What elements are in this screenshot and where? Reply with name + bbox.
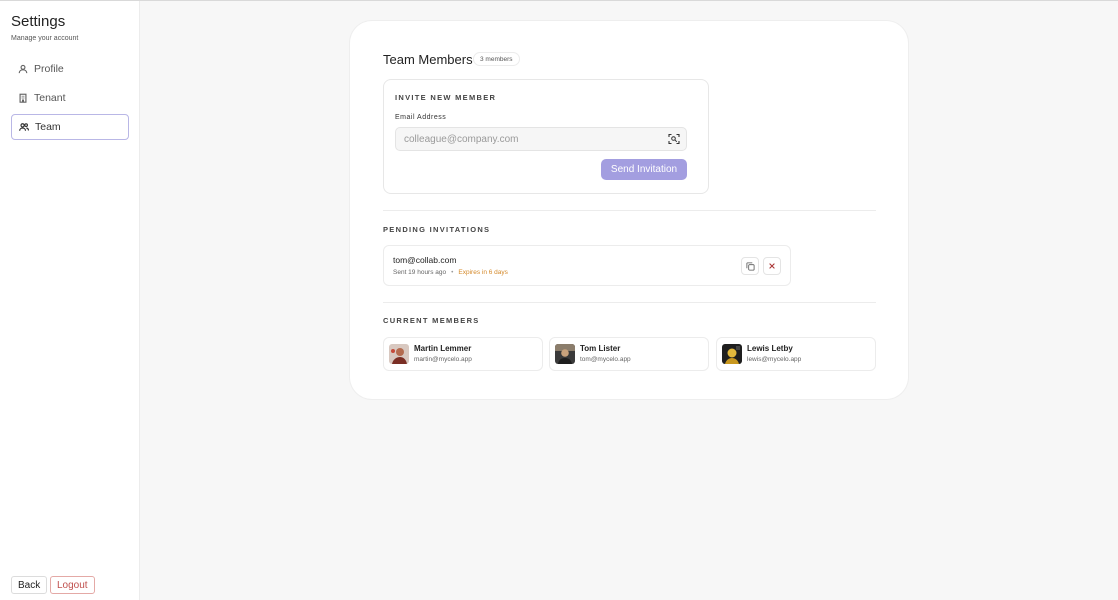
logout-button[interactable]: Logout [50, 576, 95, 594]
member-name: Lewis Letby [747, 344, 793, 353]
email-field[interactable] [395, 127, 687, 151]
expiry-text: Expires in 6 days [458, 269, 508, 276]
member-email: lewis@mycelo.app [747, 356, 802, 363]
divider [383, 302, 876, 303]
member-card[interactable]: Lewis Letby lewis@mycelo.app [716, 337, 876, 371]
pending-meta: Sent 19 hours ago • Expires in 6 days [393, 269, 508, 276]
revoke-invite-button[interactable] [763, 257, 781, 275]
sidebar-item-tenant[interactable]: Tenant [11, 85, 129, 111]
sidebar-item-label: Tenant [34, 92, 66, 104]
current-section-label: CURRENT MEMBERS [383, 316, 480, 325]
building-icon [19, 93, 27, 103]
member-card[interactable]: Martin Lemmer martin@mycelo.app [383, 337, 543, 371]
sent-time: Sent 19 hours ago [393, 269, 447, 276]
sidebar-item-label: Team [35, 121, 61, 133]
users-icon [19, 123, 29, 131]
sidebar: Settings Manage your account Profile Ten… [0, 1, 140, 600]
member-email: martin@mycelo.app [414, 356, 472, 363]
divider [383, 210, 876, 211]
send-invitation-button[interactable]: Send Invitation [601, 159, 687, 180]
scan-icon[interactable] [668, 133, 680, 145]
separator-dot: • [451, 269, 454, 276]
sidebar-item-profile[interactable]: Profile [11, 56, 129, 82]
close-icon [769, 263, 775, 269]
member-email: tom@mycelo.app [580, 356, 631, 363]
user-icon [18, 64, 28, 74]
settings-title: Settings [11, 13, 66, 30]
back-button[interactable]: Back [11, 576, 48, 594]
email-field-label: Email Address [395, 114, 447, 121]
invite-section-label: INVITE NEW MEMBER [395, 93, 497, 102]
pending-email: tom@collab.com [393, 255, 457, 265]
copy-icon [745, 261, 755, 271]
avatar [555, 344, 575, 364]
sidebar-item-label: Profile [34, 63, 64, 75]
sidebar-item-team[interactable]: Team [11, 114, 129, 140]
member-name: Martin Lemmer [414, 344, 472, 353]
pending-invitation-row: tom@collab.com Sent 19 hours ago • Expir… [383, 245, 791, 286]
member-name: Tom Lister [580, 344, 621, 353]
invite-panel: INVITE NEW MEMBER Email Address Send Inv… [383, 79, 709, 194]
member-card[interactable]: Tom Lister tom@mycelo.app [549, 337, 709, 371]
team-card: Team Members 3 members INVITE NEW MEMBER… [350, 21, 908, 399]
avatar [722, 344, 742, 364]
page-title: Team Members [383, 52, 473, 67]
avatar [389, 344, 409, 364]
member-count-badge: 3 members [473, 52, 520, 66]
copy-invite-button[interactable] [741, 257, 759, 275]
settings-subtitle: Manage your account [11, 35, 79, 42]
pending-section-label: PENDING INVITATIONS [383, 225, 491, 234]
